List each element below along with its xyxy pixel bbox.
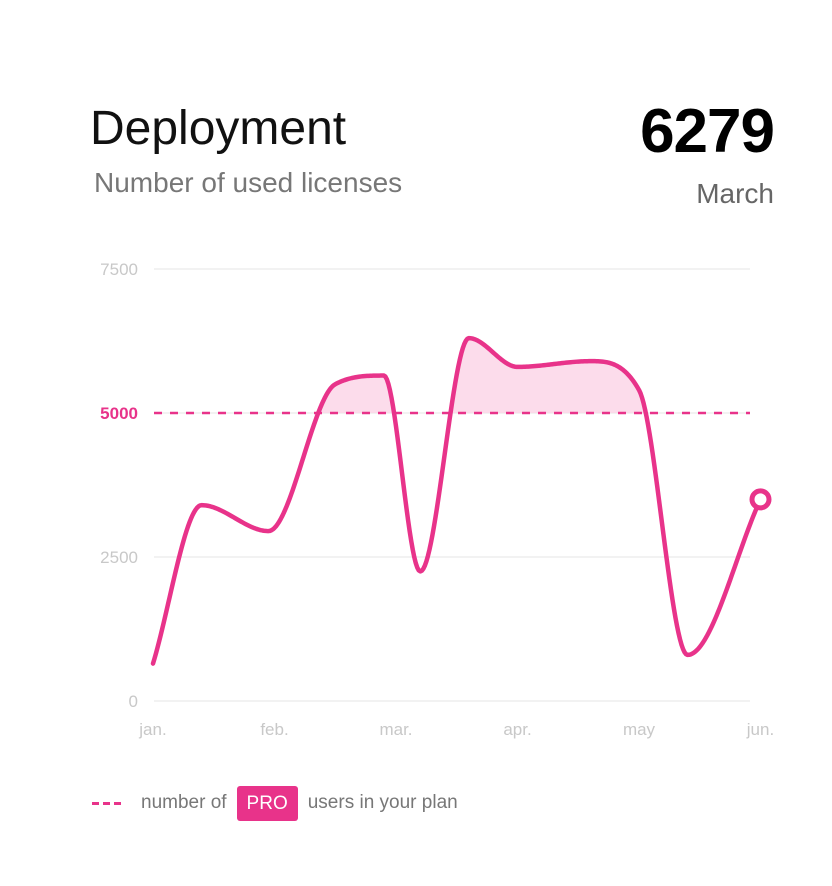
line-chart: 0 2500 5000 7500 jan. feb. mar. apr. may jun.: [100, 260, 774, 739]
legend-suffix: users in your plan: [307, 792, 458, 813]
pro-badge: PRO: [236, 785, 298, 821]
y-tick-label: 0: [129, 692, 138, 711]
chart-legend: number of PRO users in your plan: [92, 785, 458, 821]
y-tick-label: 5000: [100, 404, 138, 423]
x-tick-label: mar.: [379, 720, 412, 739]
dashed-line-icon: [92, 801, 121, 805]
licenses-line: [150, 335, 763, 666]
x-tick-label: apr.: [503, 720, 531, 739]
last-point-marker: [749, 488, 772, 511]
x-tick-label: may: [623, 720, 656, 739]
x-tick-label: feb.: [260, 720, 288, 739]
legend-prefix: number of: [141, 792, 227, 813]
x-tick-label: jan.: [138, 720, 166, 739]
x-tick-label: jun.: [746, 720, 774, 739]
y-tick-label: 7500: [100, 260, 138, 279]
y-tick-label: 2500: [100, 548, 138, 567]
